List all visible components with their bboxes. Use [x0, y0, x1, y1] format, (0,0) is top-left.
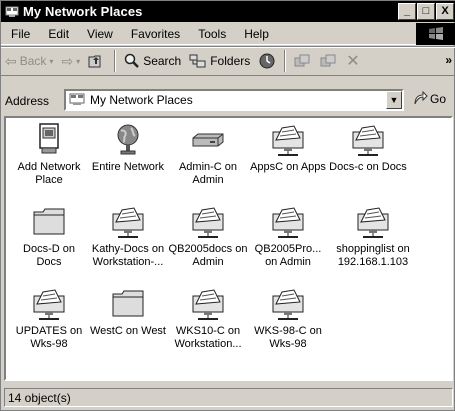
delete-button[interactable]: ✕	[342, 49, 363, 73]
network-folder-icon	[192, 207, 224, 238]
network-places-icon	[69, 93, 85, 105]
folder-icon	[112, 290, 144, 317]
move-to-button[interactable]	[290, 49, 316, 73]
go-label: Go	[430, 92, 447, 106]
title-bar[interactable]: My Network Places _ □ X	[1, 1, 455, 22]
search-icon	[124, 53, 140, 68]
history-button[interactable]	[254, 49, 280, 73]
item-label: Kathy-Docs on Workstation-...	[91, 243, 165, 268]
back-label: Back	[19, 54, 47, 68]
standard-toolbar: ⇦ Back ▾ ⇨ ▾ Search Folders ✕ »	[1, 46, 455, 76]
item-label: UPDATES on Wks-98	[15, 325, 83, 350]
folders-button[interactable]: Folders	[185, 49, 254, 73]
window-controls: _ □ X	[398, 3, 454, 20]
network-folder-icon	[272, 289, 304, 320]
list-item[interactable]: QB2005docs on Admin	[168, 204, 248, 269]
list-item[interactable]: QB2005Pro... on Admin	[248, 204, 328, 269]
go-button[interactable]: Go	[412, 91, 446, 107]
item-label: Admin-C on Admin	[178, 161, 238, 186]
up-folder-icon	[88, 55, 101, 68]
network-folder-icon	[272, 125, 304, 156]
move-to-icon	[294, 54, 310, 67]
search-button[interactable]: Search	[120, 49, 185, 73]
item-label: QB2005docs on Admin	[168, 243, 248, 268]
back-button[interactable]: ⇦ Back ▾	[1, 49, 57, 73]
toolbar-overflow-chevron[interactable]: »	[445, 53, 452, 67]
menu-view[interactable]: View	[78, 27, 122, 41]
list-item[interactable]: AppsC on Apps	[248, 122, 328, 174]
network-folder-icon	[357, 207, 389, 238]
item-label: Docs-D on Docs	[23, 243, 75, 268]
list-item[interactable]: Docs-c on Docs	[328, 122, 408, 174]
window-title: My Network Places	[23, 4, 143, 19]
network-folder-icon	[33, 289, 65, 320]
list-item[interactable]: Kathy-Docs on Workstation-...	[88, 204, 168, 269]
add-network-place-icon	[39, 123, 59, 154]
close-button[interactable]: X	[436, 3, 454, 20]
list-item[interactable]: Docs-D on Docs	[9, 204, 89, 269]
network-places-icon	[5, 6, 19, 17]
list-item[interactable]: Add Network Place	[9, 122, 89, 187]
list-item[interactable]: WestC on West	[88, 286, 168, 338]
explorer-window: My Network Places _ □ X File Edit View F…	[0, 0, 455, 411]
network-folder-icon	[272, 207, 304, 238]
address-dropdown-button[interactable]: ▼	[386, 91, 402, 109]
drive-icon	[192, 133, 224, 147]
menu-favorites[interactable]: Favorites	[122, 27, 189, 41]
list-item[interactable]: Admin-C on Admin	[168, 122, 248, 187]
address-label: Address	[5, 94, 50, 108]
folder-icon	[33, 208, 65, 235]
menu-bar: File Edit View Favorites Tools Help	[1, 23, 455, 45]
status-bar: 14 object(s)	[4, 387, 453, 408]
address-bar: Address My Network Places ▼ Go	[1, 88, 455, 114]
list-item[interactable]: Entire Network	[88, 122, 168, 174]
address-field[interactable]: My Network Places ▼	[64, 89, 404, 111]
copy-to-button[interactable]	[316, 49, 342, 73]
menu-file[interactable]: File	[1, 27, 39, 41]
menu-edit[interactable]: Edit	[39, 27, 78, 41]
file-view[interactable]: Add Network Place Entire Network Admin-C…	[4, 116, 453, 381]
back-arrow-icon: ⇦	[5, 52, 17, 69]
copy-to-icon	[320, 54, 336, 67]
item-label: AppsC on Apps	[250, 161, 326, 173]
address-value: My Network Places	[90, 93, 193, 107]
globe-icon	[117, 124, 139, 155]
menu-help[interactable]: Help	[235, 27, 278, 41]
status-text: 14 object(s)	[4, 388, 453, 407]
network-folder-icon	[112, 207, 144, 238]
item-label: WKS10-C on Workstation...	[174, 325, 242, 350]
item-label: WKS-98-C on Wks-98	[254, 325, 322, 350]
chevron-down-icon: ▾	[76, 56, 81, 66]
go-arrow-icon	[414, 91, 428, 105]
forward-button[interactable]: ⇨ ▾	[57, 49, 84, 73]
toolbar-separator	[284, 50, 287, 72]
search-label: Search	[143, 54, 182, 68]
item-label: Add Network Place	[17, 161, 81, 186]
folders-icon	[189, 54, 206, 68]
menu-tools[interactable]: Tools	[189, 27, 235, 41]
item-label: shoppinglist on 192.168.1.103	[336, 243, 410, 268]
network-folder-icon	[352, 125, 384, 156]
chevron-down-icon: ▼	[389, 95, 399, 105]
folders-label: Folders	[210, 54, 251, 68]
list-item[interactable]: shoppinglist on 192.168.1.103	[328, 204, 418, 269]
item-label: Entire Network	[91, 161, 165, 173]
network-folder-icon	[192, 289, 224, 320]
list-item[interactable]: WKS-98-C on Wks-98	[248, 286, 328, 351]
chevron-down-icon: ▾	[49, 56, 54, 66]
windows-logo-icon	[416, 23, 455, 45]
up-folder-button[interactable]	[84, 49, 110, 73]
list-item[interactable]: UPDATES on Wks-98	[9, 286, 89, 351]
delete-icon: ✕	[346, 53, 360, 70]
list-item[interactable]: WKS10-C on Workstation...	[168, 286, 248, 351]
item-label: WestC on West	[89, 325, 166, 337]
forward-arrow-icon: ⇨	[61, 52, 74, 69]
item-label: Docs-c on Docs	[329, 161, 407, 173]
toolbar-separator	[114, 50, 117, 72]
maximize-button[interactable]: □	[417, 3, 435, 20]
minimize-button[interactable]: _	[398, 3, 416, 20]
history-icon	[259, 53, 275, 69]
item-label: QB2005Pro... on Admin	[254, 243, 322, 268]
